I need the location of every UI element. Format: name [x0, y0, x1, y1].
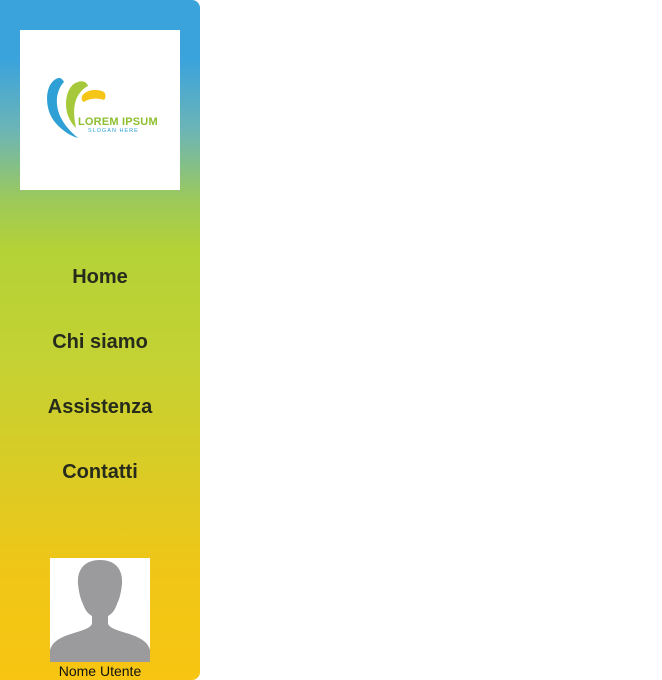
- main-nav: Home Chi siamo Assistenza Contatti: [0, 245, 200, 505]
- logo-slogan: SLOGAN HERE: [88, 128, 139, 134]
- nav-item-home[interactable]: Home: [0, 245, 200, 310]
- user-silhouette-icon: [50, 560, 150, 662]
- user-name: Nome Utente: [58, 663, 142, 679]
- nav-item-chi-siamo[interactable]: Chi siamo: [0, 310, 200, 375]
- logo-title: LOREM IPSUM: [78, 116, 158, 128]
- nav-item-assistenza[interactable]: Assistenza: [0, 375, 200, 440]
- nav-item-contatti[interactable]: Contatti: [0, 440, 200, 505]
- sidebar: LOREM IPSUM SLOGAN HERE Home Chi siamo A…: [0, 0, 200, 680]
- logo[interactable]: LOREM IPSUM SLOGAN HERE: [20, 30, 180, 190]
- avatar[interactable]: [50, 558, 150, 662]
